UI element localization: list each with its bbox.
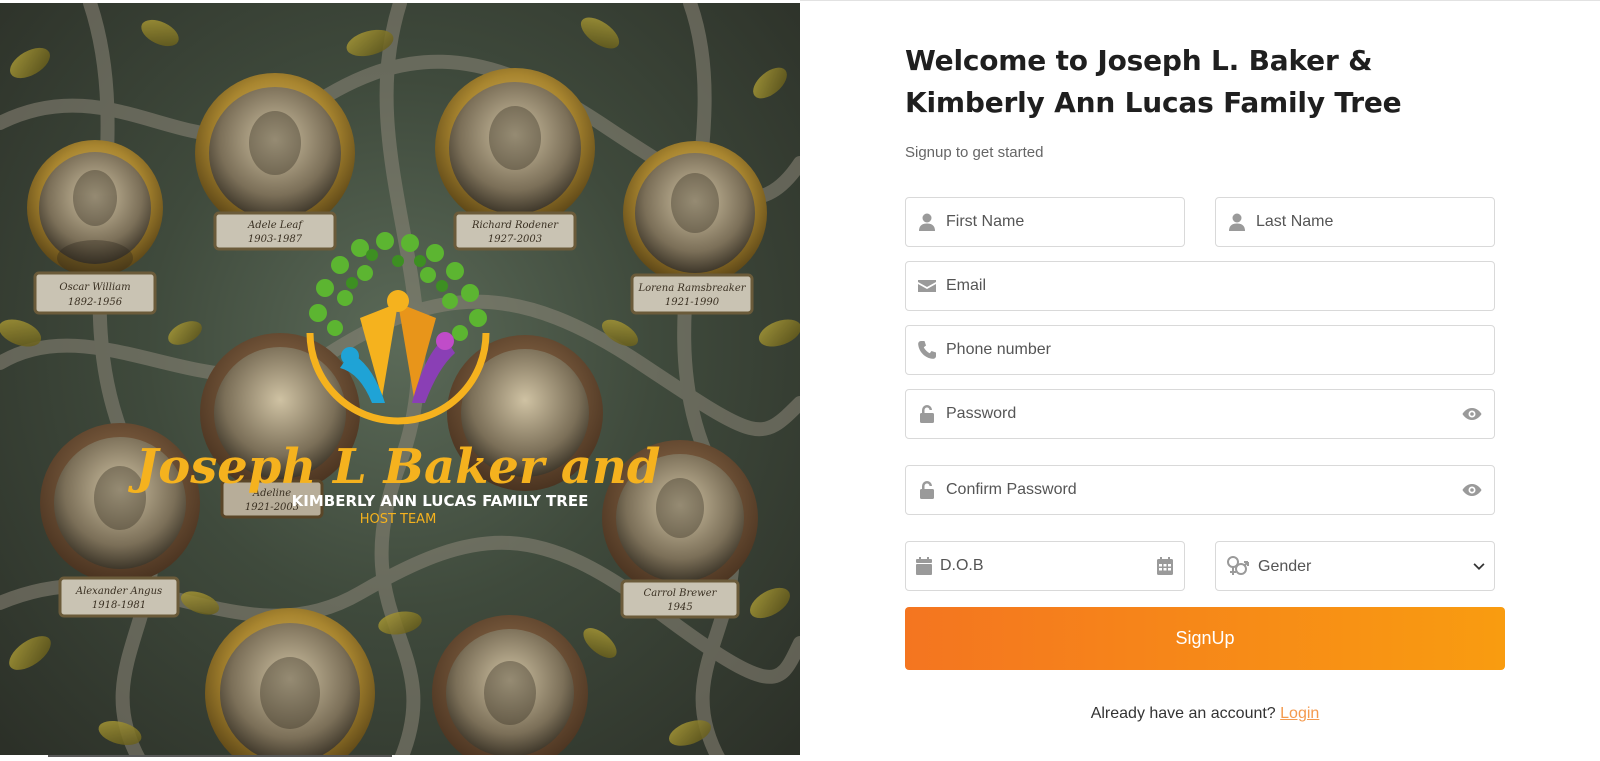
hero-bottom-edge xyxy=(0,755,800,761)
dob-field[interactable] xyxy=(905,541,1185,591)
plaque-name: Lorena Ramsbreaker xyxy=(637,283,746,294)
gender-icon xyxy=(1216,554,1256,578)
first-name-field[interactable] xyxy=(905,197,1185,247)
plaque-years: 1921-1990 xyxy=(665,297,720,308)
eye-icon[interactable] xyxy=(1450,480,1494,500)
signup-button[interactable]: SignUp xyxy=(905,607,1505,670)
last-name-field[interactable] xyxy=(1215,197,1495,247)
login-prompt-text: Already have an account? xyxy=(1090,705,1276,722)
plaque-name: Adele Leaf xyxy=(247,220,304,231)
phone-icon xyxy=(906,340,946,360)
last-name-input[interactable] xyxy=(1256,198,1494,246)
plaque-name: Alexander Angus xyxy=(75,586,162,597)
eye-icon[interactable] xyxy=(1450,404,1494,424)
plaque-years: 1945 xyxy=(667,602,692,613)
lock-icon xyxy=(906,480,946,500)
dob-input[interactable] xyxy=(939,542,1147,590)
confirm-password-field[interactable] xyxy=(905,465,1495,515)
login-prompt-row: Already have an account? Login xyxy=(905,705,1505,723)
logo-host-team-text: HOST TEAM xyxy=(360,512,437,527)
login-link[interactable]: Login xyxy=(1280,705,1319,722)
user-icon xyxy=(906,212,946,232)
plaque-name: Richard Rodener xyxy=(471,220,559,231)
first-name-input[interactable] xyxy=(946,198,1184,246)
plaque-years: 1892-1956 xyxy=(68,297,123,308)
hero-image: Oscar William 1892-1956 Adele Leaf 1903-… xyxy=(0,3,800,761)
gender-field[interactable]: Gender xyxy=(1215,541,1495,591)
signup-panel: Welcome to Joseph L. Baker & Kimberly An… xyxy=(905,0,1505,761)
plaque-years: 1927-2003 xyxy=(488,234,542,245)
lock-icon xyxy=(906,404,946,424)
logo-family-tree-text: KIMBERLY ANN LUCAS FAMILY TREE xyxy=(292,492,589,510)
family-tree-logo xyxy=(306,232,490,425)
calendar-picker-icon[interactable] xyxy=(1147,556,1184,576)
gender-select[interactable]: Gender xyxy=(1256,542,1464,590)
calendar-icon xyxy=(906,556,940,576)
chevron-down-icon xyxy=(1464,559,1494,573)
email-input[interactable] xyxy=(946,262,1494,310)
page-subtitle: Signup to get started xyxy=(905,144,1044,161)
plaque-name: Carrol Brewer xyxy=(644,588,718,599)
password-field[interactable] xyxy=(905,389,1495,439)
user-icon xyxy=(1216,212,1256,232)
plaque-years: 1903-1987 xyxy=(248,234,303,245)
confirm-password-input[interactable] xyxy=(946,466,1450,514)
envelope-icon xyxy=(906,276,946,296)
password-input[interactable] xyxy=(946,390,1450,438)
phone-field[interactable] xyxy=(905,325,1495,375)
page-title: Welcome to Joseph L. Baker & Kimberly An… xyxy=(905,44,1402,119)
email-field[interactable] xyxy=(905,261,1495,311)
plaque-years: 1918-1981 xyxy=(92,600,146,611)
logo-script-title: Joseph L Baker and xyxy=(128,439,661,495)
family-tree-artwork: Oscar William 1892-1956 Adele Leaf 1903-… xyxy=(0,3,800,761)
phone-input[interactable] xyxy=(946,326,1494,374)
plaque-name: Oscar William xyxy=(59,282,130,293)
